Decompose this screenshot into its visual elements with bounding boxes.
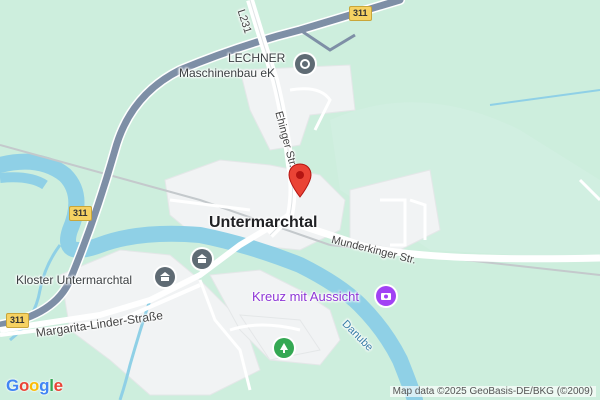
google-logo-letter: o [18,376,30,395]
road-badge-311-top: 311 [349,6,372,21]
map-attribution[interactable]: Map data ©2025 GeoBasis-DE/BKG (©2009) [389,386,596,397]
place-title[interactable]: Untermarchtal [209,214,317,232]
google-logo: Google [6,376,63,396]
road-badge-311-left: 311 [69,206,92,221]
label-lechner-1: LECHNER [228,51,286,65]
google-logo-text: Google [6,376,63,396]
landmark-icon[interactable] [192,249,212,269]
label-kreuz-mit-aussicht: Kreuz mit Aussicht [252,289,359,304]
factory-icon[interactable] [295,54,315,74]
google-logo-letter: o [29,376,40,395]
road-badge-311-bottom-left: 311 [6,313,29,328]
location-pin-icon[interactable] [287,163,313,199]
landmark-icon[interactable] [155,267,175,287]
camera-icon[interactable] [376,286,396,306]
label-lechner-2: Maschinenbau eK [179,66,276,80]
label-kloster: Kloster Untermarchtal [16,273,133,287]
google-logo-letter: g [39,376,50,395]
google-logo-letter: e [53,376,63,395]
tree-icon[interactable] [274,338,294,358]
google-logo-letter: G [6,376,19,395]
